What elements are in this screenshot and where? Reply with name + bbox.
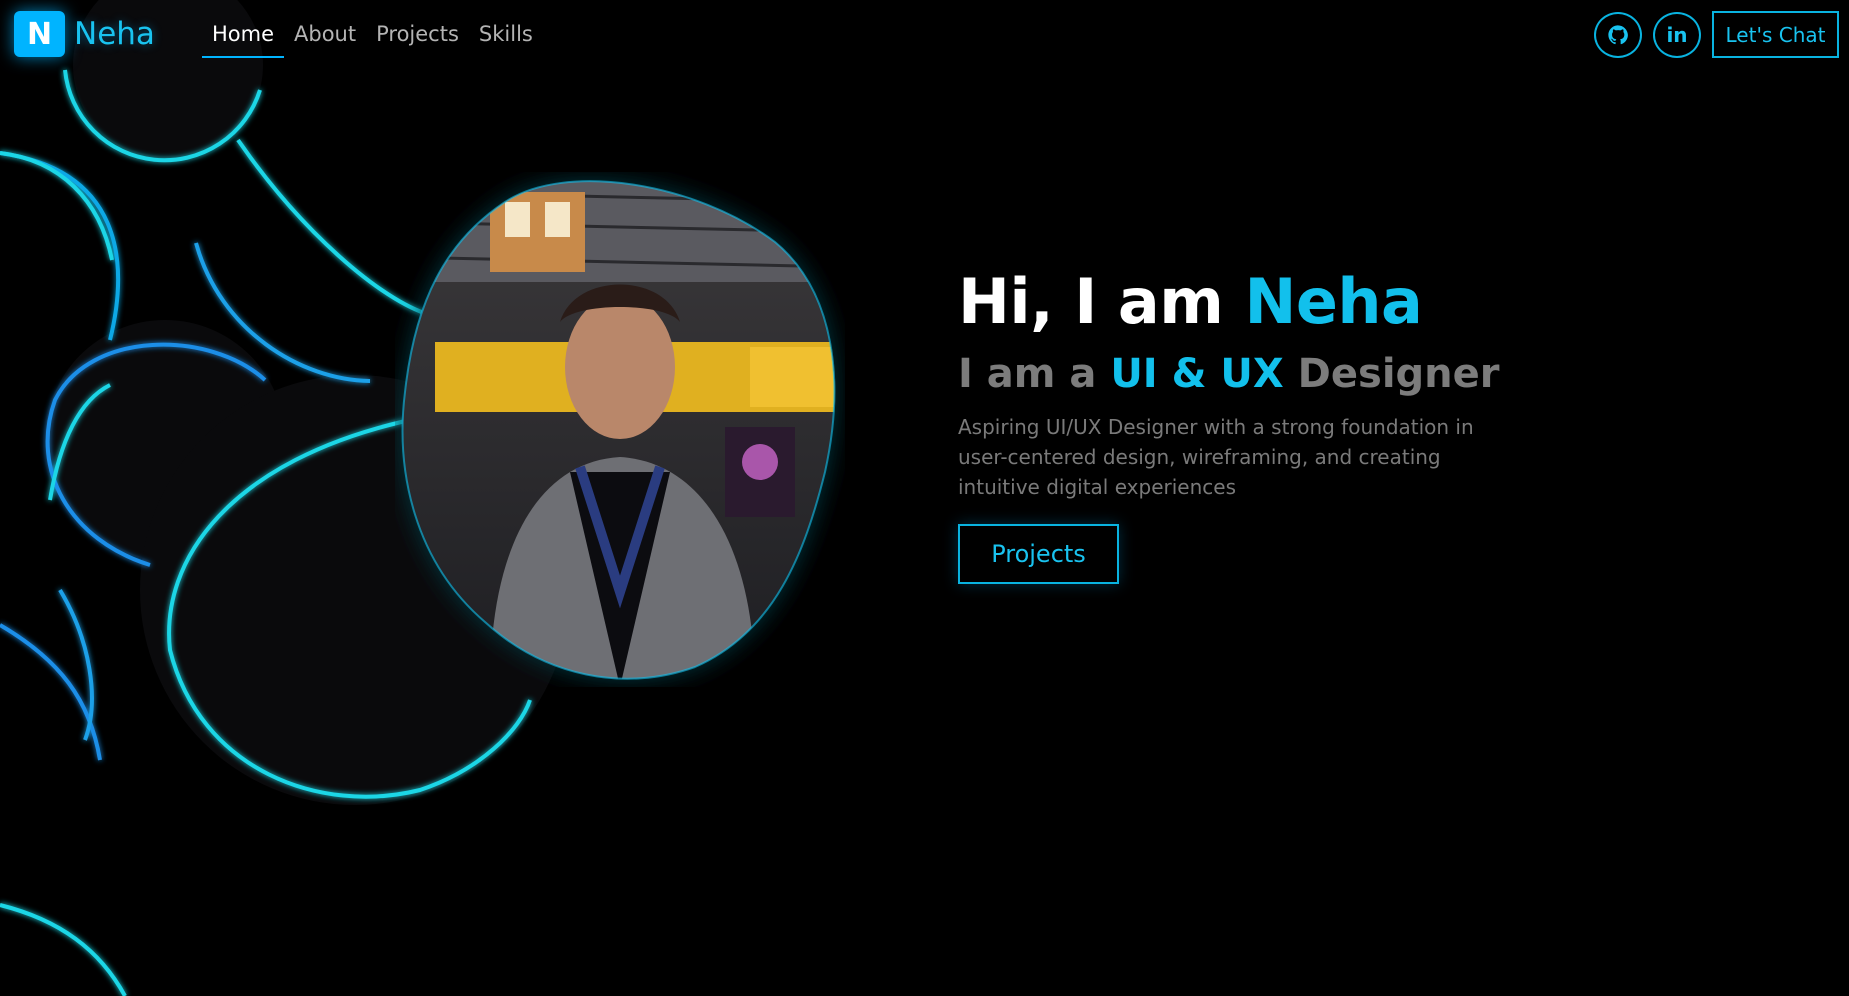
role-suffix: Designer xyxy=(1283,351,1500,397)
projects-button[interactable]: Projects xyxy=(958,524,1119,584)
github-button[interactable] xyxy=(1594,11,1642,58)
linkedin-button[interactable]: in xyxy=(1653,11,1701,58)
hero-greeting: Hi, I am Neha xyxy=(958,262,1658,342)
nav-actions: in Let's Chat xyxy=(1594,11,1839,58)
top-navbar: N Neha Home About Projects Skills in Let… xyxy=(0,0,1849,70)
profile-photo xyxy=(395,172,845,687)
linkedin-icon: in xyxy=(1666,22,1688,47)
hero-name: Neha xyxy=(1244,265,1423,338)
nav-link-about[interactable]: About xyxy=(284,18,366,58)
nav-links: Home About Projects Skills xyxy=(202,18,543,58)
hero-description: Aspiring UI/UX Designer with a strong fo… xyxy=(958,415,1474,499)
role-highlight: UI & UX xyxy=(1110,351,1284,397)
role-prefix: I am a xyxy=(958,351,1111,397)
portfolio-page: N Neha Home About Projects Skills in Let… xyxy=(0,0,1849,996)
github-icon xyxy=(1608,24,1628,44)
greeting-prefix: Hi, I am xyxy=(958,265,1245,338)
brand-logo[interactable]: N Neha xyxy=(14,11,155,57)
hero-role: I am a UI & UX Designer xyxy=(958,348,1658,400)
hero-section: Hi, I am Neha I am a UI & UX Designer As… xyxy=(958,262,1658,584)
logo-text: Neha xyxy=(74,16,155,52)
nav-link-home[interactable]: Home xyxy=(202,18,285,58)
profile-photo-frame xyxy=(401,180,836,680)
logo-mark: N xyxy=(14,11,65,57)
lets-chat-button[interactable]: Let's Chat xyxy=(1712,11,1839,58)
nav-link-projects[interactable]: Projects xyxy=(366,18,469,58)
nav-link-skills[interactable]: Skills xyxy=(469,18,543,58)
